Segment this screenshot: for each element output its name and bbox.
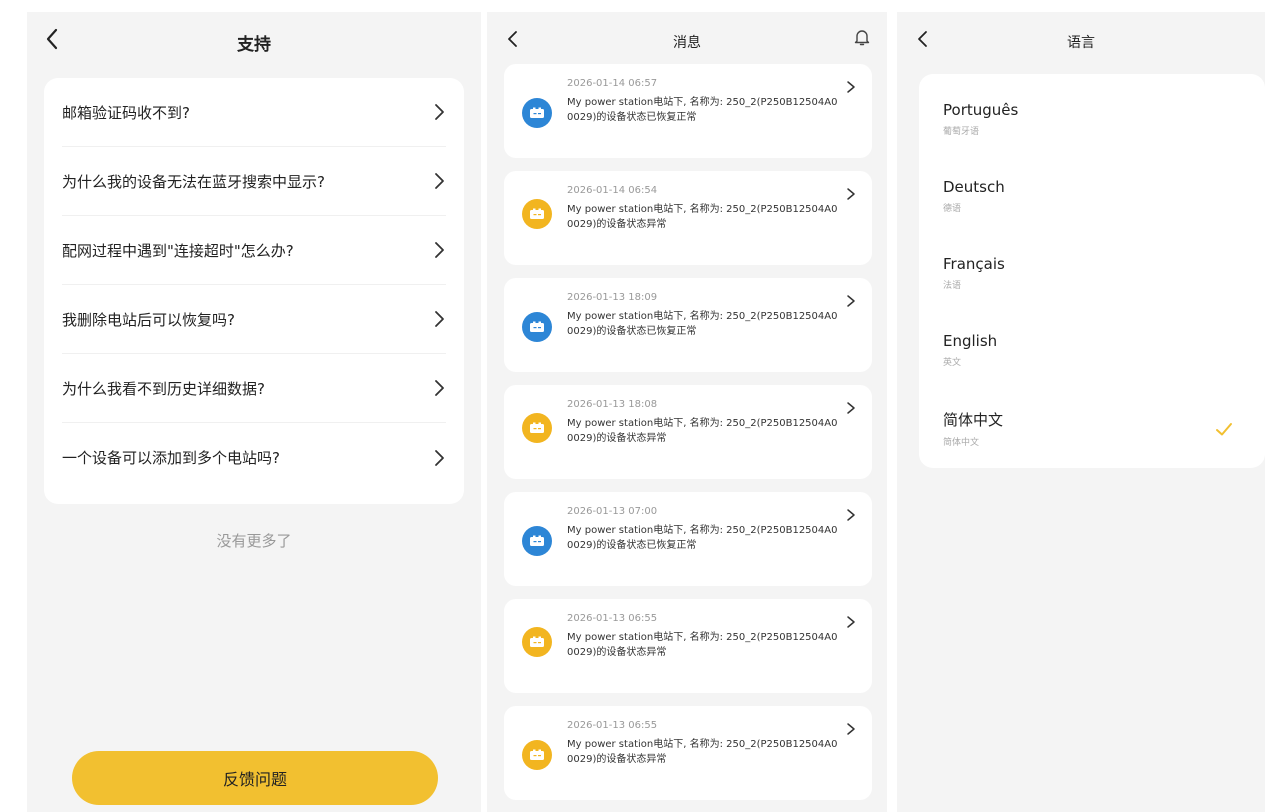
message-text: My power station电站下, 名称为: 250_2(P250B125… [567,525,838,551]
message-card[interactable]: 2026-01-13 07:00 My power station电站下, 名称为… [504,492,872,586]
messages-screen: 消息 2026-01-14 06:57 My power station电站下, … [487,12,887,812]
message-card[interactable]: 2026-01-14 06:54 My power station电站下, 名称为… [504,171,872,265]
page-title: 支持 [237,34,271,55]
message-time: 2026-01-13 06:55 [567,613,658,624]
language-native-name: 德语 [943,204,962,214]
message-time: 2026-01-13 18:08 [567,399,658,410]
faq-item[interactable]: 配网过程中遇到"连接超时"怎么办? [62,216,446,285]
back-arrow-icon[interactable] [501,26,525,52]
no-more-label: 没有更多了 [216,532,292,550]
language-native-name: 法语 [943,281,962,291]
chevron-right-icon [435,173,444,189]
language-name: 简体中文 [943,411,1004,429]
chevron-right-icon [847,509,855,521]
language-option[interactable]: 简体中文 简体中文 [943,392,1241,469]
language-screen: 语言 Português 葡萄牙语 Deutsch 德语 Français 法语 Engli… [897,12,1265,812]
language-option[interactable]: Português 葡萄牙语 [943,84,1241,161]
faq-question: 一个设备可以添加到多个电站吗? [62,449,280,467]
back-arrow-icon[interactable] [41,26,65,52]
language-name: Português [943,101,1019,119]
faq-item[interactable]: 为什么我看不到历史详细数据? [62,354,446,423]
battery-icon [522,413,552,443]
chevron-right-icon [435,311,444,327]
chevron-right-icon [847,616,855,628]
message-text: My power station电站下, 名称为: 250_2(P250B125… [567,204,838,230]
faq-question: 为什么我的设备无法在蓝牙搜索中显示? [62,172,325,191]
message-card[interactable]: 2026-01-13 18:08 My power station电站下, 名称为… [504,385,872,479]
language-nav-bar: 语言 [897,12,1265,72]
chevron-right-icon [847,188,855,200]
language-option[interactable]: Deutsch 德语 [943,161,1241,238]
battery-icon [522,98,552,128]
chevron-right-icon [847,81,855,93]
battery-icon [522,627,552,657]
language-option[interactable]: Français 法语 [943,238,1241,315]
faq-question: 我删除电站后可以恢复吗? [62,310,235,329]
message-card[interactable]: 2026-01-14 06:57 My power station电站下, 名称为… [504,64,872,158]
faq-item[interactable]: 为什么我的设备无法在蓝牙搜索中显示? [62,147,446,216]
battery-icon [522,199,552,229]
language-name: Français [943,255,1005,273]
message-time: 2026-01-13 07:00 [567,506,658,517]
message-text: My power station电站下, 名称为: 250_2(P250B125… [567,97,838,123]
message-time: 2026-01-14 06:54 [567,185,658,196]
faq-question: 邮箱验证码收不到? [62,103,190,122]
back-arrow-icon[interactable] [911,26,935,52]
bell-icon[interactable] [851,26,873,48]
faq-list: 邮箱验证码收不到? 为什么我的设备无法在蓝牙搜索中显示? 配网过程中遇到"连接超时"… [44,78,464,504]
message-time: 2026-01-14 06:57 [567,78,658,89]
language-native-name: 简体中文 [943,438,980,448]
language-name: English [943,332,998,350]
chevron-right-icon [435,104,444,120]
chevron-right-icon [435,242,444,258]
feedback-button[interactable]: 反馈问题 [72,751,438,805]
battery-icon [522,312,552,342]
message-time: 2026-01-13 06:55 [567,720,658,731]
faq-item[interactable]: 我删除电站后可以恢复吗? [62,285,446,354]
chevron-right-icon [847,402,855,414]
message-card[interactable]: 2026-01-13 18:09 My power station电站下, 名称为… [504,278,872,372]
message-card[interactable]: 2026-01-13 06:55 My power station电站下, 名称为… [504,599,872,693]
chevron-right-icon [847,723,855,735]
page-title: 语言 [1067,35,1095,51]
language-option[interactable]: English 英文 [943,315,1241,392]
faq-question: 配网过程中遇到"连接超时"怎么办? [62,241,294,260]
messages-nav-bar: 消息 [487,12,887,72]
message-card[interactable]: 2026-01-13 06:55 My power station电站下, 名称为… [504,706,872,800]
support-screen: 支持 邮箱验证码收不到? 为什么我的设备无法在蓝牙搜索中显示? 配网过程中遇到"连接… [27,12,481,812]
message-text: My power station电站下, 名称为: 250_2(P250B125… [567,739,838,765]
support-nav-bar: 支持 [27,12,481,72]
battery-icon [522,526,552,556]
message-text: My power station电站下, 名称为: 250_2(P250B125… [567,632,838,658]
faq-item[interactable]: 邮箱验证码收不到? [62,78,446,147]
battery-icon [522,740,552,770]
chevron-right-icon [435,380,444,396]
checkmark-icon [1216,423,1232,436]
chevron-right-icon [847,295,855,307]
language-list: Português 葡萄牙语 Deutsch 德语 Français 法语 English 英… [919,74,1265,468]
page-title: 消息 [673,35,701,51]
message-text: My power station电站下, 名称为: 250_2(P250B125… [567,418,838,444]
faq-item[interactable]: 一个设备可以添加到多个电站吗? [62,423,446,492]
message-list: 2026-01-14 06:57 My power station电站下, 名称为… [504,64,872,812]
language-native-name: 葡萄牙语 [943,127,980,137]
message-text: My power station电站下, 名称为: 250_2(P250B125… [567,311,838,337]
language-name: Deutsch [943,178,1005,196]
faq-question: 为什么我看不到历史详细数据? [62,379,265,398]
message-time: 2026-01-13 18:09 [567,292,658,303]
language-native-name: 英文 [943,358,962,368]
chevron-right-icon [435,449,444,466]
